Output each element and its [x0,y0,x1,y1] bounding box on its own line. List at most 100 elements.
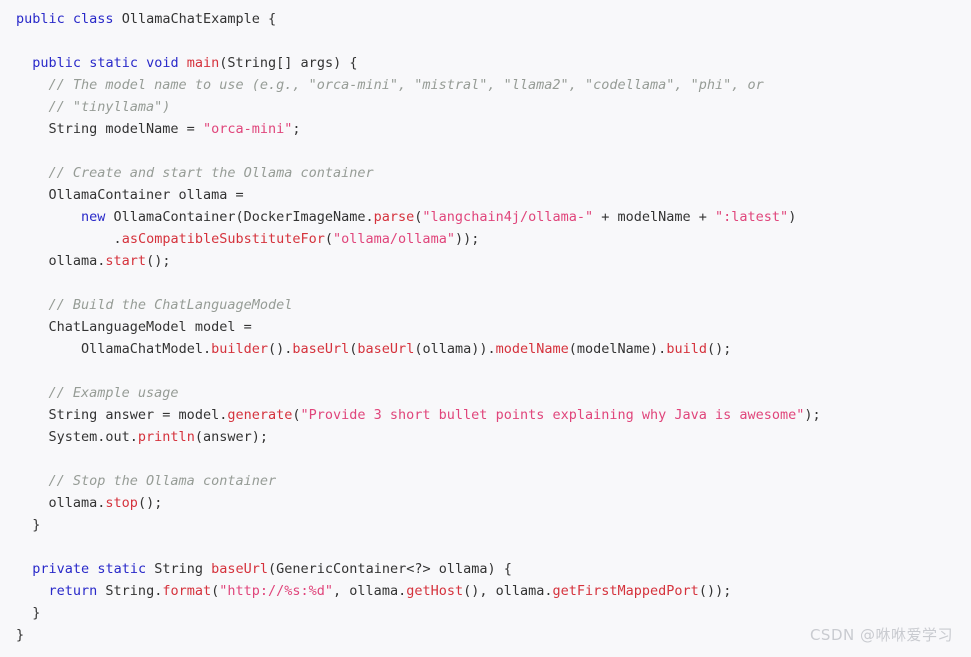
code-token-fn: main [186,55,220,71]
code-line: System.out.println(answer); [0,426,971,448]
code-line: String answer = model.generate("Provide … [0,404,971,426]
code-line: public static void main(String[] args) { [0,52,971,74]
code-token-kw: public [32,55,82,71]
code-token-plain: (); [137,495,163,511]
code-token-plain: OllamaContainer(DockerImageName. [105,209,374,225]
code-token-plain: (); [146,253,171,269]
code-line: return String.format("http://%s:%d", oll… [0,580,971,602]
code-token-plain: } [32,605,41,621]
code-line: // Example usage [0,382,971,404]
code-line: ollama.stop(); [0,492,971,514]
code-line: String modelName = "orca-mini"; [0,118,971,140]
code-token-fn: generate [227,407,293,423]
code-token-plain: ) [788,209,797,225]
code-line: ollama.start(); [0,250,971,272]
code-line: // Create and start the Ollama container [0,162,971,184]
code-token-plain: . [113,231,122,247]
code-token-plain: (GenericContainer<?> ollama) { [268,561,512,577]
code-token-fn: baseUrl [357,341,415,357]
code-line: private static String baseUrl(GenericCon… [0,558,971,580]
code-token-plain: ()); [698,583,732,599]
code-token-plain: OllamaContainer ollama = [48,187,244,203]
code-token-fn: getFirstMappedPort [552,583,699,599]
code-token-plain: (String[] args) { [219,55,358,71]
code-line: OllamaChatModel.builder().baseUrl(baseUr… [0,338,971,360]
code-line: // Stop the Ollama container [0,470,971,492]
code-token-plain: ollama. [48,495,106,511]
code-token-com: // Example usage [48,385,179,401]
code-token-fn: modelName [495,341,569,357]
code-token-plain: ( [292,407,301,423]
code-token-plain: } [32,517,41,533]
code-token-fn: start [105,253,147,269]
code-token-plain: (ollama)). [414,341,496,357]
code-token-fn: getHost [406,583,464,599]
code-token-plain: + modelName + [593,209,716,225]
code-token-fn: baseUrl [211,561,269,577]
code-token-str: "http://%s:%d" [219,583,334,599]
code-token-plain: , ollama. [333,583,407,599]
code-token-plain: (answer); [194,429,268,445]
code-token-fn: println [137,429,195,445]
code-token-kw: return [48,583,98,599]
code-line: public class OllamaChatExample { [0,8,971,30]
code-token-plain: OllamaChatModel. [81,341,212,357]
code-token-fn: baseUrl [292,341,350,357]
code-token-str: ":latest" [715,209,789,225]
code-token-kw: static [97,561,147,577]
code-line: .asCompatibleSubstituteFor("ollama/ollam… [0,228,971,250]
code-line: OllamaContainer ollama = [0,184,971,206]
code-token-com: // "tinyllama") [48,99,171,115]
code-editor-content[interactable]: public class OllamaChatExample { public … [0,0,971,646]
code-token-fn: asCompatibleSubstituteFor [121,231,325,247]
code-line: // "tinyllama") [0,96,971,118]
code-token-plain: ); [804,407,821,423]
code-token-plain: (), ollama. [463,583,553,599]
code-token-plain: ollama. [48,253,106,269]
code-line: ChatLanguageModel model = [0,316,971,338]
code-token-fn: stop [105,495,138,511]
code-token-str: "Provide 3 short bullet points explainin… [300,407,805,423]
code-token-str: "ollama/ollama" [333,231,455,247]
code-line: new OllamaContainer(DockerImageName.pars… [0,206,971,228]
code-token-kw: public [16,11,65,27]
code-token-plain: (modelName). [568,341,667,357]
code-token-fn: builder [211,341,268,357]
code-token-fn: format [162,583,212,599]
code-token-com: // Stop the Ollama container [48,473,277,489]
code-token-plain: String. [97,583,163,599]
code-token-str: "orca-mini" [202,121,293,137]
code-line: } [0,602,971,624]
code-token-kw: static [89,55,138,71]
code-token-fn: parse [373,209,415,225]
code-token-plain: String [146,561,212,577]
code-token-com: // The model name to use (e.g., "orca-mi… [48,77,764,93]
